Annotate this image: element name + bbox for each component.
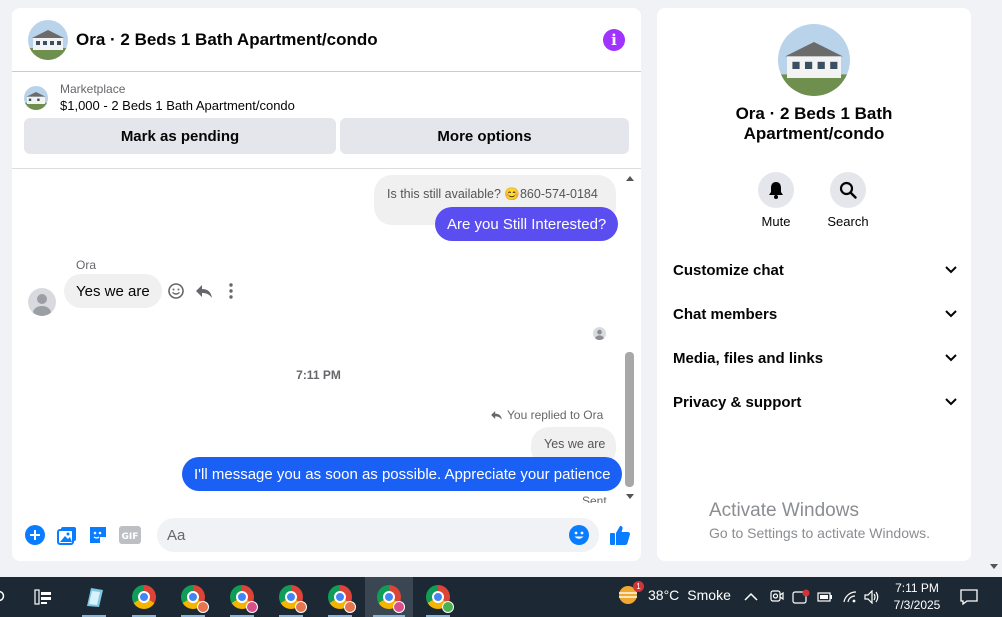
media-files-links-section[interactable]: Media, files and links bbox=[673, 346, 957, 370]
watermark-subtitle: Go to Settings to activate Windows. bbox=[709, 525, 930, 541]
sender-avatar[interactable] bbox=[28, 288, 56, 316]
meet-now-icon[interactable] bbox=[769, 577, 785, 617]
gif-icon[interactable]: GIF bbox=[118, 523, 142, 547]
plus-icon[interactable] bbox=[23, 523, 47, 547]
incoming-message[interactable]: Yes we are bbox=[64, 274, 162, 308]
activate-windows-watermark: Activate Windows Go to Settings to activ… bbox=[709, 500, 930, 541]
sender-name: Ora bbox=[76, 258, 97, 272]
chrome-profile-icon-active[interactable] bbox=[365, 577, 413, 617]
listing-thumbnail bbox=[24, 85, 48, 110]
message-timestamp: 7:11 PM bbox=[296, 368, 341, 382]
marketplace-label: Marketplace bbox=[60, 82, 126, 96]
more-actions-icon[interactable] bbox=[225, 282, 237, 305]
read-receipt-avatar bbox=[593, 327, 606, 340]
search-button[interactable]: Search bbox=[818, 172, 878, 229]
notifications-icon[interactable] bbox=[960, 577, 978, 617]
message-scrollbar[interactable] bbox=[624, 174, 636, 499]
search-label: Search bbox=[827, 214, 869, 229]
listing-avatar[interactable] bbox=[28, 19, 68, 60]
weather-icon: 1 bbox=[618, 581, 644, 605]
section-label: Privacy & support bbox=[673, 393, 802, 411]
section-label: Customize chat bbox=[673, 261, 784, 279]
privacy-support-section[interactable]: Privacy & support bbox=[673, 390, 957, 414]
wifi-icon[interactable] bbox=[842, 577, 858, 617]
message-input[interactable]: Aa bbox=[156, 518, 600, 552]
conversation-name: Ora · 2 Beds 1 Bath Apartment/condo bbox=[735, 104, 893, 143]
message-list[interactable]: Is this still available? 😊860-574-0184 A… bbox=[12, 170, 641, 503]
chat-members-section[interactable]: Chat members bbox=[673, 302, 957, 326]
scroll-thumb[interactable] bbox=[625, 352, 634, 487]
listing-avatar-large[interactable] bbox=[778, 24, 850, 96]
photo-icon[interactable] bbox=[55, 523, 79, 547]
scroll-down-arrow[interactable] bbox=[626, 494, 634, 499]
reply-indicator-icon bbox=[491, 411, 502, 420]
chevron-up-icon[interactable] bbox=[744, 577, 758, 617]
info-icon[interactable]: i bbox=[603, 28, 625, 51]
marketplace-banner: Marketplace $1,000 - 2 Beds 1 Bath Apart… bbox=[12, 72, 641, 169]
more-options-button[interactable]: More options bbox=[340, 118, 629, 154]
chevron-down-icon bbox=[945, 310, 957, 318]
chevron-down-icon bbox=[945, 354, 957, 362]
bell-icon bbox=[758, 172, 794, 208]
clock-date: 7/3/2025 bbox=[893, 598, 941, 612]
chrome-profile-icon[interactable] bbox=[222, 577, 262, 617]
watermark-title: Activate Windows bbox=[709, 500, 859, 521]
antivirus-icon[interactable] bbox=[792, 577, 810, 617]
svg-text:GIF: GIF bbox=[122, 532, 139, 542]
listing-title: $1,000 - 2 Beds 1 Bath Apartment/condo bbox=[60, 98, 295, 113]
chevron-down-icon bbox=[945, 266, 957, 274]
weather-widget[interactable]: 1 38°C Smoke bbox=[618, 581, 731, 605]
message-status: Sent bbox=[582, 494, 607, 503]
section-label: Media, files and links bbox=[673, 349, 824, 367]
clock-time: 7:11 PM bbox=[895, 581, 939, 595]
customize-chat-section[interactable]: Customize chat bbox=[673, 258, 957, 282]
outgoing-message[interactable]: I'll message you as soon as possible. Ap… bbox=[182, 457, 623, 491]
temperature: 38°C bbox=[648, 587, 680, 603]
mute-button[interactable]: Mute bbox=[746, 172, 806, 229]
mute-label: Mute bbox=[761, 214, 791, 229]
chat-title[interactable]: Ora · 2 Beds 1 Bath Apartment/condo bbox=[76, 30, 603, 50]
search-taskbar-icon[interactable] bbox=[0, 577, 20, 617]
chrome-profile-icon[interactable] bbox=[320, 577, 360, 617]
weather-condition: Smoke bbox=[687, 587, 731, 603]
chrome-icon[interactable] bbox=[124, 577, 164, 617]
chevron-down-icon bbox=[945, 398, 957, 406]
battery-icon[interactable] bbox=[817, 577, 833, 617]
auto-question-text: Is this still available? 😊860-574-0184 bbox=[387, 187, 598, 201]
volume-icon[interactable] bbox=[864, 577, 880, 617]
thumbs-up-icon[interactable] bbox=[608, 523, 632, 547]
replied-to-text: You replied to Ora bbox=[507, 408, 604, 422]
chrome-profile-icon[interactable] bbox=[418, 577, 458, 617]
chat-panel: Ora · 2 Beds 1 Bath Apartment/condo i Ma… bbox=[12, 8, 641, 561]
chat-header: Ora · 2 Beds 1 Bath Apartment/condo i bbox=[12, 8, 641, 72]
notepad-app-icon[interactable] bbox=[74, 577, 114, 617]
message-composer: GIF Aa bbox=[12, 509, 641, 561]
system-clock[interactable]: 7:11 PM 7/3/2025 bbox=[884, 580, 950, 614]
conversation-details-panel: Ora · 2 Beds 1 Bath Apartment/condo Mute… bbox=[657, 8, 971, 561]
scroll-up-arrow[interactable] bbox=[626, 176, 634, 181]
weather-alert-badge: 1 bbox=[633, 581, 644, 592]
chrome-profile-icon[interactable] bbox=[173, 577, 213, 617]
search-icon bbox=[830, 172, 866, 208]
task-view-icon[interactable] bbox=[23, 577, 63, 617]
section-label: Chat members bbox=[673, 305, 778, 323]
sticker-icon[interactable] bbox=[86, 523, 110, 547]
outgoing-message[interactable]: Are you Still Interested? bbox=[435, 207, 619, 241]
react-icon[interactable] bbox=[167, 282, 185, 305]
windows-taskbar: 1 38°C Smoke 7:11 PM 7/3/2025 bbox=[0, 577, 1002, 617]
page-scroll-down-arrow[interactable] bbox=[990, 564, 998, 569]
message-input-placeholder: Aa bbox=[166, 526, 186, 544]
emoji-icon[interactable] bbox=[569, 525, 590, 545]
reply-icon[interactable] bbox=[195, 282, 213, 305]
chrome-profile-icon[interactable] bbox=[271, 577, 311, 617]
replied-to-label: You replied to Ora bbox=[490, 408, 603, 422]
listing-summary[interactable]: Marketplace $1,000 - 2 Beds 1 Bath Apart… bbox=[24, 82, 629, 113]
mark-as-pending-button[interactable]: Mark as pending bbox=[24, 118, 336, 154]
